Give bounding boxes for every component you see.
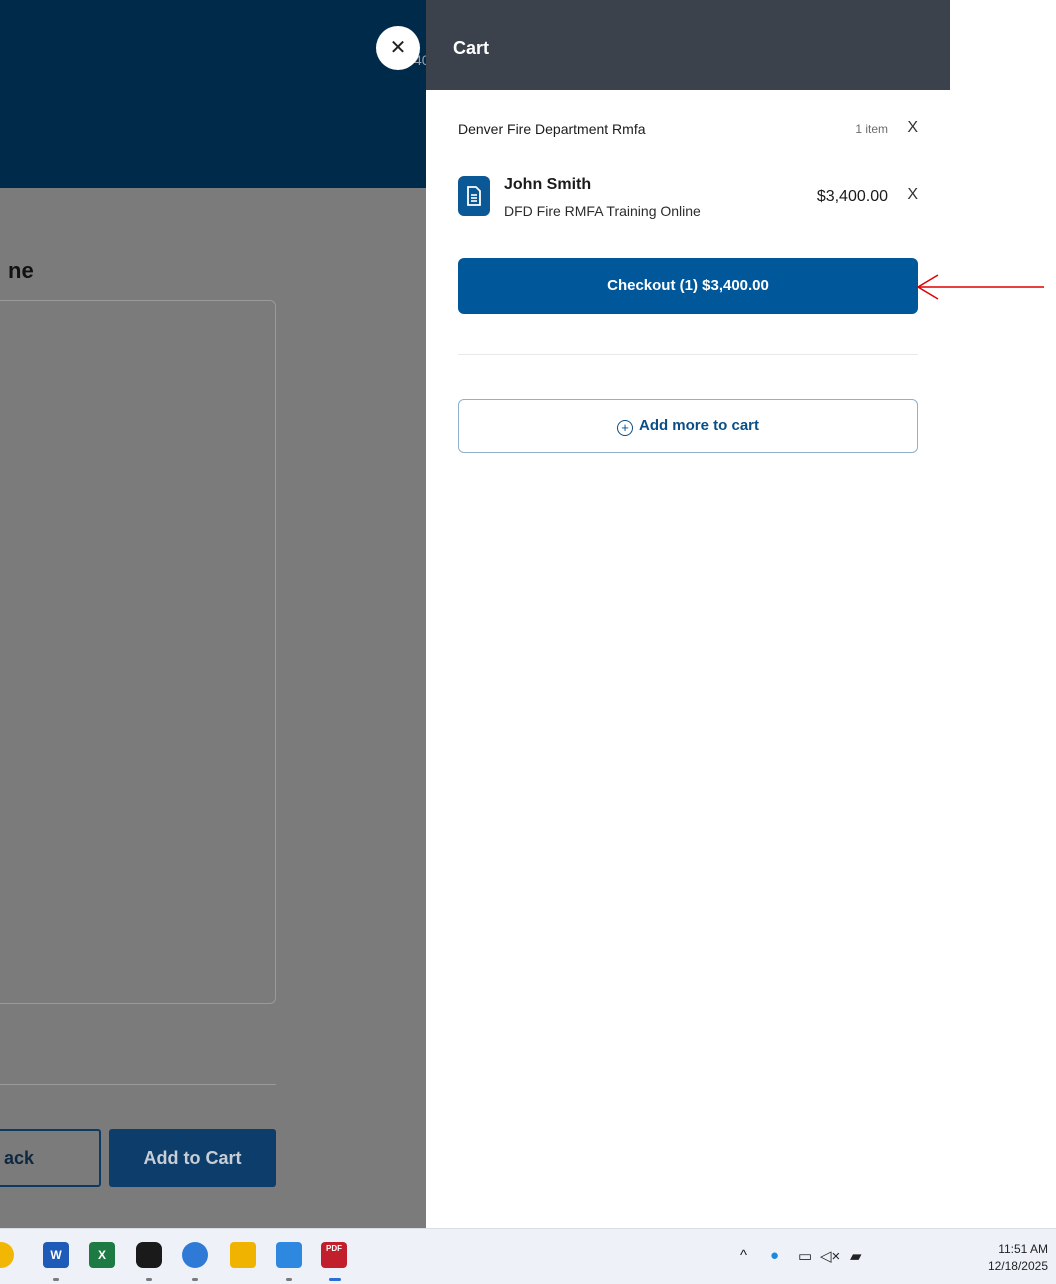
cart-item-description: DFD Fire RMFA Training Online <box>504 203 701 219</box>
cart-item-name: John Smith <box>504 176 592 193</box>
background-content-panel <box>0 300 276 1004</box>
add-to-cart-button[interactable]: Add to Cart <box>109 1129 276 1187</box>
background-divider <box>0 1084 276 1085</box>
cart-item-price: $3,400.00 <box>816 188 888 205</box>
background-page-title: ne <box>8 258 34 283</box>
file-explorer-icon[interactable] <box>230 1242 256 1268</box>
battery-icon[interactable]: ▰ <box>850 1247 862 1265</box>
taskbar: W X PDF ^ ● ▭ ◁× ▰ 11:51 AM 12/18/2025 <box>0 1228 1056 1284</box>
webex-icon[interactable] <box>136 1242 162 1268</box>
volume-muted-icon[interactable]: ◁× <box>820 1247 840 1265</box>
network-icon[interactable]: ▭ <box>798 1247 812 1265</box>
active-indicator <box>329 1278 341 1281</box>
running-indicator <box>286 1278 292 1281</box>
cart-vendor-row: Denver Fire Department Rmfa 1 item X <box>458 119 918 141</box>
remove-vendor-button[interactable]: X <box>907 119 918 137</box>
chrome-icon[interactable] <box>0 1242 14 1268</box>
cart-drawer: Cart Denver Fire Department Rmfa 1 item … <box>426 0 950 1228</box>
pdf-editor-icon[interactable]: PDF <box>321 1242 347 1268</box>
excel-icon[interactable]: X <box>89 1242 115 1268</box>
add-more-label: Add more to cart <box>638 417 759 434</box>
word-icon[interactable]: W <box>43 1242 69 1268</box>
vendor-name: Denver Fire Department Rmfa <box>458 121 646 137</box>
add-more-to-cart-button[interactable]: + Add more to cart <box>458 399 918 453</box>
onedrive-icon[interactable]: ● <box>770 1247 779 1264</box>
screen: 40 ✕ ne ack Add to Cart Cart Denver Fire… <box>0 0 1056 1284</box>
checkout-button[interactable]: Checkout (1) $3,400.00 <box>458 258 918 314</box>
cart-title: Cart <box>453 38 490 58</box>
clock-time: 11:51 AM <box>998 1242 1048 1256</box>
background-header <box>0 0 426 188</box>
running-indicator <box>192 1278 198 1281</box>
running-indicator <box>146 1278 152 1281</box>
vendor-item-count: 1 item <box>855 122 888 136</box>
plus-circle-icon: + <box>616 420 633 436</box>
close-drawer-button[interactable]: ✕ <box>376 26 420 70</box>
photos-icon[interactable] <box>276 1242 302 1268</box>
clock-date: 12/18/2025 <box>987 1259 1048 1273</box>
cart-header: Cart <box>426 0 950 90</box>
taskbar-clock[interactable]: 11:51 AM 12/18/2025 <box>988 1241 1048 1275</box>
running-indicator <box>53 1278 59 1281</box>
outlook-icon[interactable] <box>182 1242 208 1268</box>
remove-item-button[interactable]: X <box>907 186 918 204</box>
chevron-up-icon[interactable]: ^ <box>740 1247 747 1264</box>
close-icon: ✕ <box>389 37 407 59</box>
back-button[interactable]: ack <box>0 1129 101 1187</box>
cart-divider <box>458 354 918 355</box>
document-icon <box>458 176 490 216</box>
cart-item: John Smith DFD Fire RMFA Training Online… <box>458 173 918 223</box>
annotation-arrow-icon <box>916 274 1044 300</box>
